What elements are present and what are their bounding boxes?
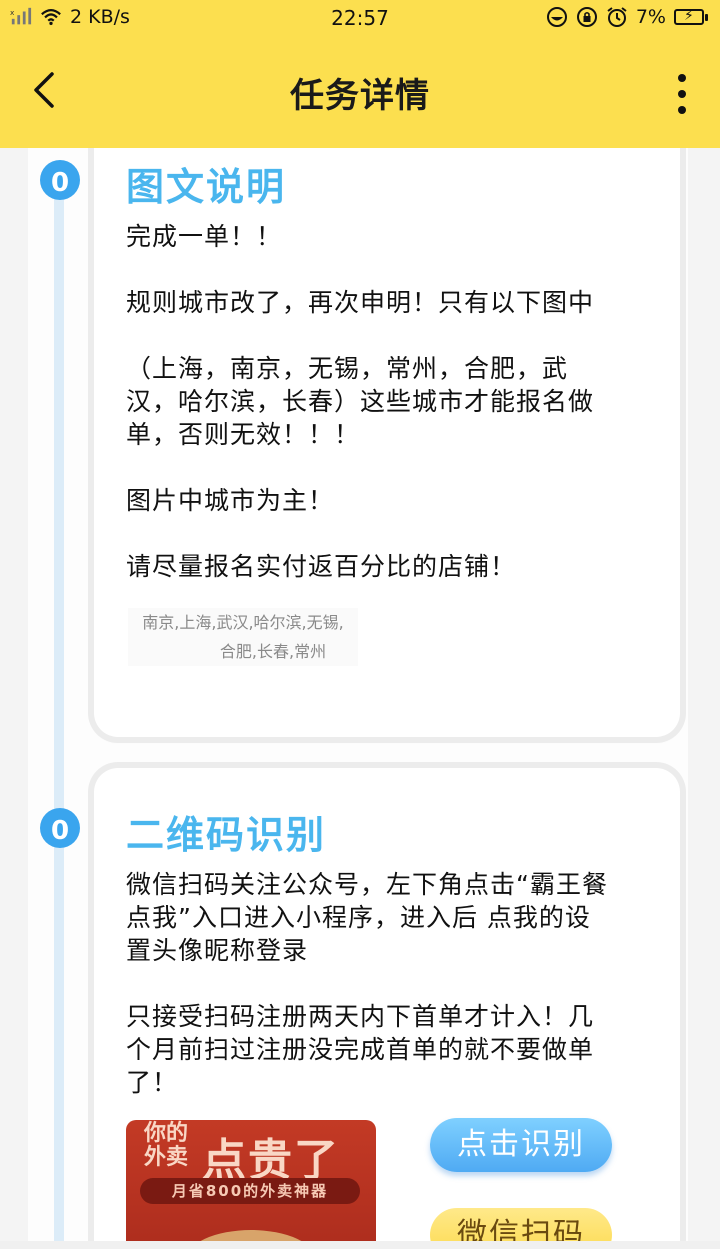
more-vertical-icon[interactable] xyxy=(674,74,690,114)
city-image-caption: 南京,上海,武汉,哈尔滨,无锡, 合肥,长春,常州 xyxy=(128,608,358,666)
card-text: 微信扫码关注公众号，左下角点击“霸王餐点我”入口进入小程序，进入后 点我的设置头… xyxy=(126,870,608,1097)
caption-line: 南京,上海,武汉,哈尔滨,无锡, xyxy=(142,613,344,632)
alarm-icon xyxy=(606,6,628,28)
card-title: 图文说明 xyxy=(126,165,287,209)
promo-tagline: 月省800的外卖神器 xyxy=(140,1178,360,1204)
lock-rotate-icon xyxy=(576,6,598,28)
timeline-node: 0 xyxy=(40,160,80,200)
battery-charging-icon: ⚡ xyxy=(674,8,708,25)
eye-icon xyxy=(546,6,568,28)
qr-promo-image[interactable]: 你的 外卖 点贵了 月省800的外卖神器 xyxy=(126,1120,376,1249)
battery-percent: 7% xyxy=(635,6,666,28)
page-title: 任务详情 xyxy=(290,76,430,116)
timeline-node: 0 xyxy=(40,808,80,848)
identify-button[interactable]: 点击识别 xyxy=(430,1118,612,1172)
card-text: 完成一单！！ 规则城市改了，再次申明！只有以下图中 （上海，南京，无锡，常州，合… xyxy=(126,222,595,581)
task-detail-content[interactable]: 0 0 图文说明 完成一单！！ 规则城市改了，再次申明！只有以下图中 （上海，南… xyxy=(0,148,720,1249)
promo-line: 你的 外卖 xyxy=(144,1121,189,1170)
status-right: 7% ⚡ xyxy=(546,6,708,28)
app-header: 任务详情 xyxy=(0,38,720,148)
card-qr-recognition: 二维码识别 微信扫码关注公众号，左下角点击“霸王餐点我”入口进入小程序，进入后 … xyxy=(94,768,680,1249)
timeline-line xyxy=(54,198,64,1249)
card-title: 二维码识别 xyxy=(126,813,327,857)
card-image-text-instructions: 图文说明 完成一单！！ 规则城市改了，再次申明！只有以下图中 （上海，南京，无锡… xyxy=(94,148,680,737)
bottom-edge xyxy=(0,1241,720,1249)
caption-line: 合肥,长春,常州 xyxy=(219,642,327,661)
status-bar: x 2 KB/s 22:57 7% ⚡ xyxy=(0,0,720,38)
